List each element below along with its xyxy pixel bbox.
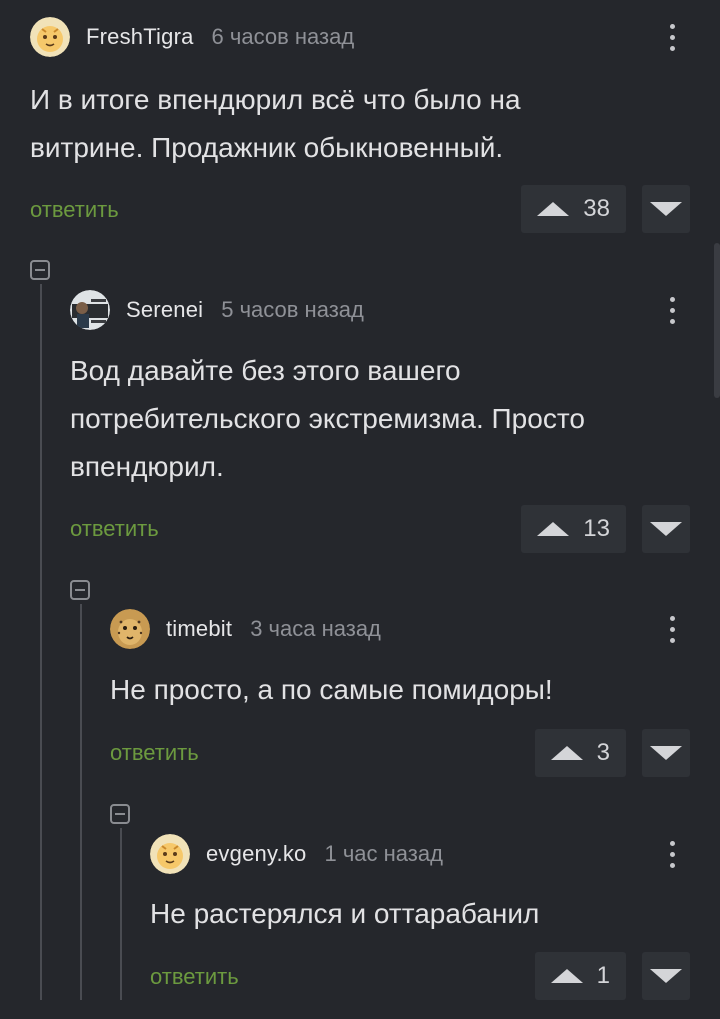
comment-header: timebit 3 часа назад: [110, 609, 381, 649]
thread-line-level-3[interactable]: [120, 828, 122, 1000]
timestamp: 3 часа назад: [250, 616, 381, 641]
vote-controls: 13: [521, 505, 690, 553]
thread-line-level-2[interactable]: [80, 604, 82, 1000]
vote-controls: 1: [534, 952, 690, 1000]
default-avatar-icon[interactable]: [150, 834, 190, 874]
upvote-button[interactable]: 38: [521, 185, 626, 233]
comment-header: FreshTigra 6 часов назад: [30, 17, 354, 57]
vote-count: 3: [596, 739, 610, 766]
comment-text: Вод давайте без этого вашего потребитель…: [70, 355, 585, 482]
arrow-up-icon: [537, 202, 570, 216]
downvote-button[interactable]: [642, 505, 690, 553]
comment-header: evgeny.ko 1 час назад: [150, 834, 443, 874]
user-photo-avatar[interactable]: [70, 290, 110, 330]
downvote-button[interactable]: [642, 729, 690, 777]
collapse-thread-button[interactable]: [30, 260, 50, 280]
username[interactable]: Serenei: [126, 297, 203, 323]
arrow-down-icon: [650, 969, 682, 983]
downvote-button[interactable]: [642, 185, 690, 233]
downvote-button[interactable]: [642, 952, 690, 1000]
more-options-icon[interactable]: [666, 834, 678, 874]
username[interactable]: evgeny.ko: [206, 841, 306, 867]
timestamp: 6 часов назад: [211, 24, 355, 49]
arrow-down-icon: [650, 202, 682, 216]
arrow-up-icon: [537, 522, 570, 536]
reply-button[interactable]: ответить: [70, 516, 159, 542]
arrow-up-icon: [550, 746, 583, 760]
reply-button[interactable]: ответить: [150, 964, 239, 990]
more-options-icon[interactable]: [666, 290, 678, 330]
vote-count: 1: [596, 962, 610, 989]
reply-button[interactable]: ответить: [110, 740, 199, 766]
arrow-down-icon: [650, 522, 682, 536]
vote-count: 38: [583, 195, 610, 222]
tiger-avatar-icon[interactable]: [30, 17, 70, 57]
more-options-icon[interactable]: [666, 609, 678, 649]
reply-button[interactable]: ответить: [30, 197, 119, 223]
arrow-up-icon: [550, 969, 583, 983]
more-options-icon[interactable]: [666, 17, 678, 57]
upvote-button[interactable]: 3: [534, 729, 626, 777]
timestamp: 5 часов назад: [221, 297, 364, 322]
comment-header: Serenei 5 часов назад: [70, 290, 364, 330]
thread-line-level-1[interactable]: [40, 284, 42, 1000]
username[interactable]: FreshTigra: [86, 24, 194, 50]
upvote-button[interactable]: 13: [521, 505, 626, 553]
scrollbar[interactable]: [714, 243, 720, 398]
cheetah-avatar[interactable]: [110, 609, 150, 649]
vote-count: 13: [583, 515, 610, 542]
comment-text: Не растерялся и оттарабанил: [150, 898, 540, 929]
timestamp: 1 час назад: [324, 841, 443, 866]
username[interactable]: timebit: [166, 616, 232, 642]
collapse-thread-button[interactable]: [70, 580, 90, 600]
vote-controls: 3: [534, 729, 690, 777]
arrow-down-icon: [650, 746, 682, 760]
upvote-button[interactable]: 1: [534, 952, 626, 1000]
comment-text: Не просто, а по самые помидоры!: [110, 674, 553, 705]
comments-page: FreshTigra 6 часов назад И в итоге впенд…: [0, 0, 720, 1019]
comment-text: И в итоге впендюрил всё что было на витр…: [30, 84, 521, 163]
vote-controls: 38: [521, 185, 690, 233]
collapse-thread-button[interactable]: [110, 804, 130, 824]
